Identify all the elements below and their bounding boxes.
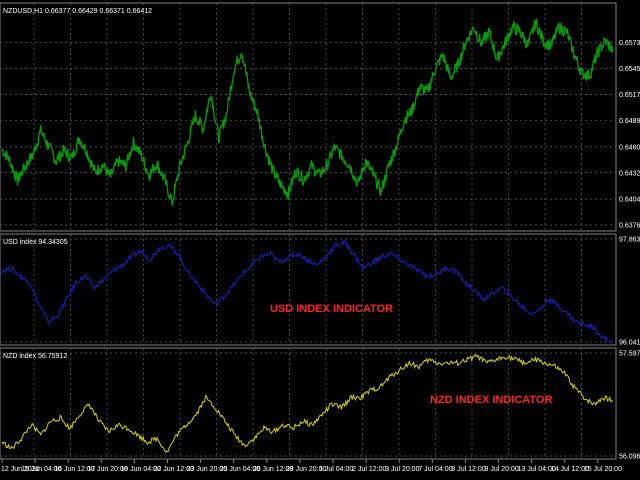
y-tick-label: 97.86327 — [619, 237, 640, 244]
x-tick-label: 9 Jul 20:00 — [485, 466, 519, 473]
nzd-panel-title: NZD index 56.75912 — [3, 353, 67, 360]
usd-annotation: USD INDEX INDICATOR — [270, 303, 393, 315]
y-tick-label: 0.64040 — [619, 197, 640, 204]
nzd-annotation: NZD INDEX INDICATOR — [430, 394, 552, 406]
x-tick-label: 1 Jul 04:00 — [319, 466, 353, 473]
x-tick-label: 8 Jul 12:00 — [451, 466, 485, 473]
x-tick-label: 2 Jul 12:00 — [352, 466, 386, 473]
chart-window[interactable]: NZDUSD,H1 0.66377 0.66429 0.66371 0.6641… — [0, 0, 640, 480]
y-tick-label: 96.04185 — [619, 340, 640, 347]
price-panel-title: NZDUSD,H1 0.66377 0.66429 0.66371 0.6641… — [3, 8, 152, 15]
y-tick-label: 0.65735 — [619, 40, 640, 47]
x-tick-label: 7 Jul 04:00 — [418, 466, 452, 473]
y-tick-label: 57.59791 — [619, 351, 640, 358]
y-tick-label: 0.64890 — [619, 118, 640, 125]
usd-panel-title: USD index 94.34305 — [3, 239, 68, 246]
y-tick-label: 0.64605 — [619, 144, 640, 151]
y-tick-label: 56.09602 — [619, 454, 640, 461]
x-tick-label: 3 Jul 20:00 — [385, 466, 419, 473]
y-tick-label: 0.64325 — [619, 170, 640, 177]
y-tick-label: 0.63760 — [619, 223, 640, 230]
y-tick-label: 0.65170 — [619, 92, 640, 99]
y-tick-label: 0.65455 — [619, 66, 640, 73]
x-tick-label: 15 Jul 20:00 — [584, 466, 622, 473]
